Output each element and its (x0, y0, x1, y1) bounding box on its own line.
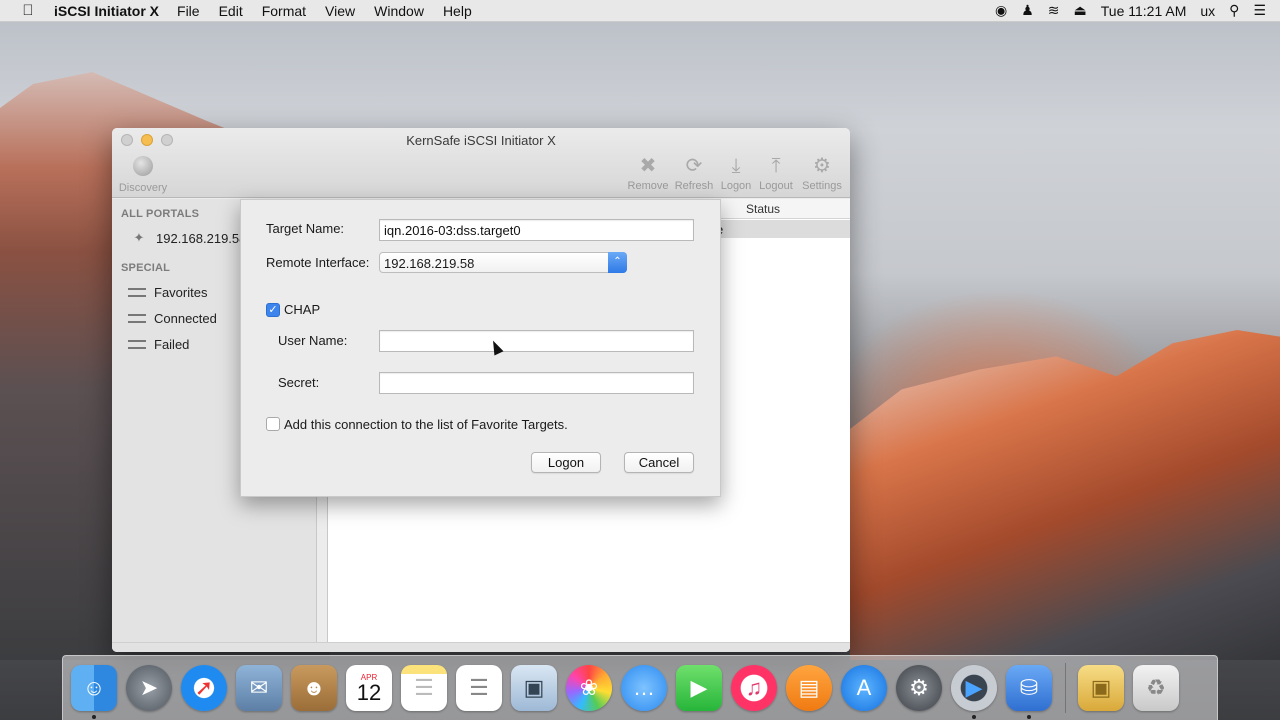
settings-label: Settings (802, 180, 842, 192)
menu-help[interactable]: Help (443, 3, 472, 19)
dock-separator (1065, 663, 1066, 713)
menu-bar:  iSCSI Initiator X File Edit Format Vie… (0, 0, 1280, 22)
secret-label: Secret: (278, 375, 320, 390)
target-name-label: Target Name: (266, 221, 345, 236)
list-icon (128, 339, 146, 349)
preview-icon[interactable]: ▣ (511, 665, 557, 711)
calendar-icon[interactable]: APR 12 (346, 665, 392, 711)
upload-icon: ⤒ (771, 155, 781, 177)
discovery-button[interactable]: Discovery (115, 156, 171, 194)
spotlight-search-icon[interactable]: ⚲ (1229, 2, 1239, 19)
facetime-icon[interactable]: ▶ (676, 665, 722, 711)
app-menu[interactable]: iSCSI Initiator X (54, 3, 159, 19)
itunes-icon[interactable]: ♫ (731, 665, 777, 711)
remove-label: Remove (627, 180, 669, 192)
dock: ☺ ➤ ➚ ✉ ☻ APR 12 ☰ ☰ ▣ ❀ … ▶ ♫ ▤ A ⚙ ▶ ⛁… (62, 655, 1218, 720)
user-name[interactable]: ux (1200, 3, 1215, 19)
running-indicator (972, 715, 976, 719)
connected-label: Connected (154, 310, 217, 326)
running-indicator (1027, 715, 1031, 719)
favorite-label: Add this connection to the list of Favor… (284, 417, 568, 432)
window-title: KernSafe iSCSI Initiator X (406, 133, 556, 148)
contacts-icon[interactable]: ☻ (291, 665, 337, 711)
settings-button[interactable]: ⚙ Settings (798, 154, 846, 192)
photos-icon[interactable]: ❀ (566, 665, 612, 711)
finder-icon[interactable]: ☺ (71, 665, 117, 719)
remove-button[interactable]: ✖ Remove (624, 154, 672, 192)
chap-label: CHAP (284, 302, 321, 317)
discovery-label: Discovery (118, 182, 168, 194)
apple-menu-icon[interactable]:  (16, 2, 40, 19)
trash-icon[interactable]: ♻ (1133, 665, 1179, 711)
target-name-field[interactable]: iqn.2016-03:dss.target0 (379, 219, 694, 241)
reminders-icon[interactable]: ☰ (456, 665, 502, 711)
notification-center-icon[interactable]: ☰ (1253, 2, 1266, 19)
logon-button[interactable]: Logon (531, 452, 601, 473)
notes-icon[interactable]: ☰ (401, 665, 447, 711)
menu-file[interactable]: File (177, 3, 200, 19)
remote-interface-select[interactable]: 192.168.219.58 ⌃ (379, 252, 627, 273)
wifi-icon[interactable]: ≋ (1048, 2, 1060, 19)
menu-window[interactable]: Window (374, 3, 424, 19)
user-name-field[interactable] (379, 330, 694, 352)
remote-interface-label: Remote Interface: (266, 255, 370, 270)
package-icon[interactable]: ▣ (1078, 665, 1124, 711)
chevron-down-icon[interactable]: ⌃ (608, 252, 627, 273)
safari-icon[interactable]: ➚ (181, 665, 227, 711)
messages-icon[interactable]: … (621, 665, 667, 711)
refresh-label: Refresh (674, 180, 714, 192)
user-name-label: User Name: (278, 333, 348, 348)
download-icon: ⤓ (731, 155, 741, 177)
title-bar[interactable]: KernSafe iSCSI Initiator X Discovery ✖ R… (112, 128, 850, 198)
globe-icon (133, 156, 153, 176)
list-icon (128, 313, 146, 323)
launchpad-icon[interactable]: ➤ (126, 665, 172, 711)
logon-sheet: Target Name: iqn.2016-03:dss.target0 Rem… (240, 199, 721, 497)
menu-edit[interactable]: Edit (219, 3, 243, 19)
quicktime-icon[interactable]: ▶ (951, 665, 997, 719)
chap-checkbox[interactable]: ✓ (266, 303, 280, 317)
favorites-label: Favorites (154, 284, 208, 300)
list-icon (128, 287, 146, 297)
refresh-button[interactable]: ⟳ Refresh (670, 154, 718, 192)
menu-view[interactable]: View (325, 3, 355, 19)
clock[interactable]: Tue 11:21 AM (1101, 3, 1187, 19)
favorite-checkbox[interactable] (266, 417, 280, 431)
secret-field[interactable] (379, 372, 694, 394)
remote-interface-value: 192.168.219.58 (384, 256, 475, 271)
remove-x-icon: ✖ (639, 155, 657, 177)
logout-label: Logout (759, 180, 793, 192)
iscsi-initiator-icon[interactable]: ⛁ (1006, 665, 1052, 719)
record-icon[interactable]: ◉ (995, 2, 1007, 19)
running-indicator (92, 715, 96, 719)
mail-icon[interactable]: ✉ (236, 665, 282, 711)
system-preferences-icon[interactable]: ⚙ (896, 665, 942, 711)
logout-button[interactable]: ⤒ Logout (752, 154, 800, 192)
status-area: ◉ ♟ ≋ ⏏ Tue 11:21 AM ux ⚲ ☰ (995, 2, 1266, 19)
calendar-day: 12 (356, 679, 382, 705)
app-store-icon[interactable]: A (841, 665, 887, 711)
refresh-icon: ⟳ (685, 155, 703, 177)
cancel-button[interactable]: Cancel (624, 452, 694, 473)
tools-icon: ✦ (133, 230, 145, 245)
failed-label: Failed (154, 336, 190, 352)
logon-label: Logon (720, 180, 752, 192)
eject-icon[interactable]: ⏏ (1074, 2, 1087, 19)
window-bottom-bar (112, 642, 850, 652)
user-switch-icon[interactable]: ♟ (1021, 2, 1034, 19)
menu-format[interactable]: Format (262, 3, 306, 19)
status-column-header[interactable]: Status (746, 202, 780, 216)
wallpaper-ridge-right (850, 330, 1280, 660)
portal-label: 192.168.219.58 (156, 230, 247, 246)
ibooks-icon[interactable]: ▤ (786, 665, 832, 711)
gear-icon: ⚙ (813, 155, 831, 177)
